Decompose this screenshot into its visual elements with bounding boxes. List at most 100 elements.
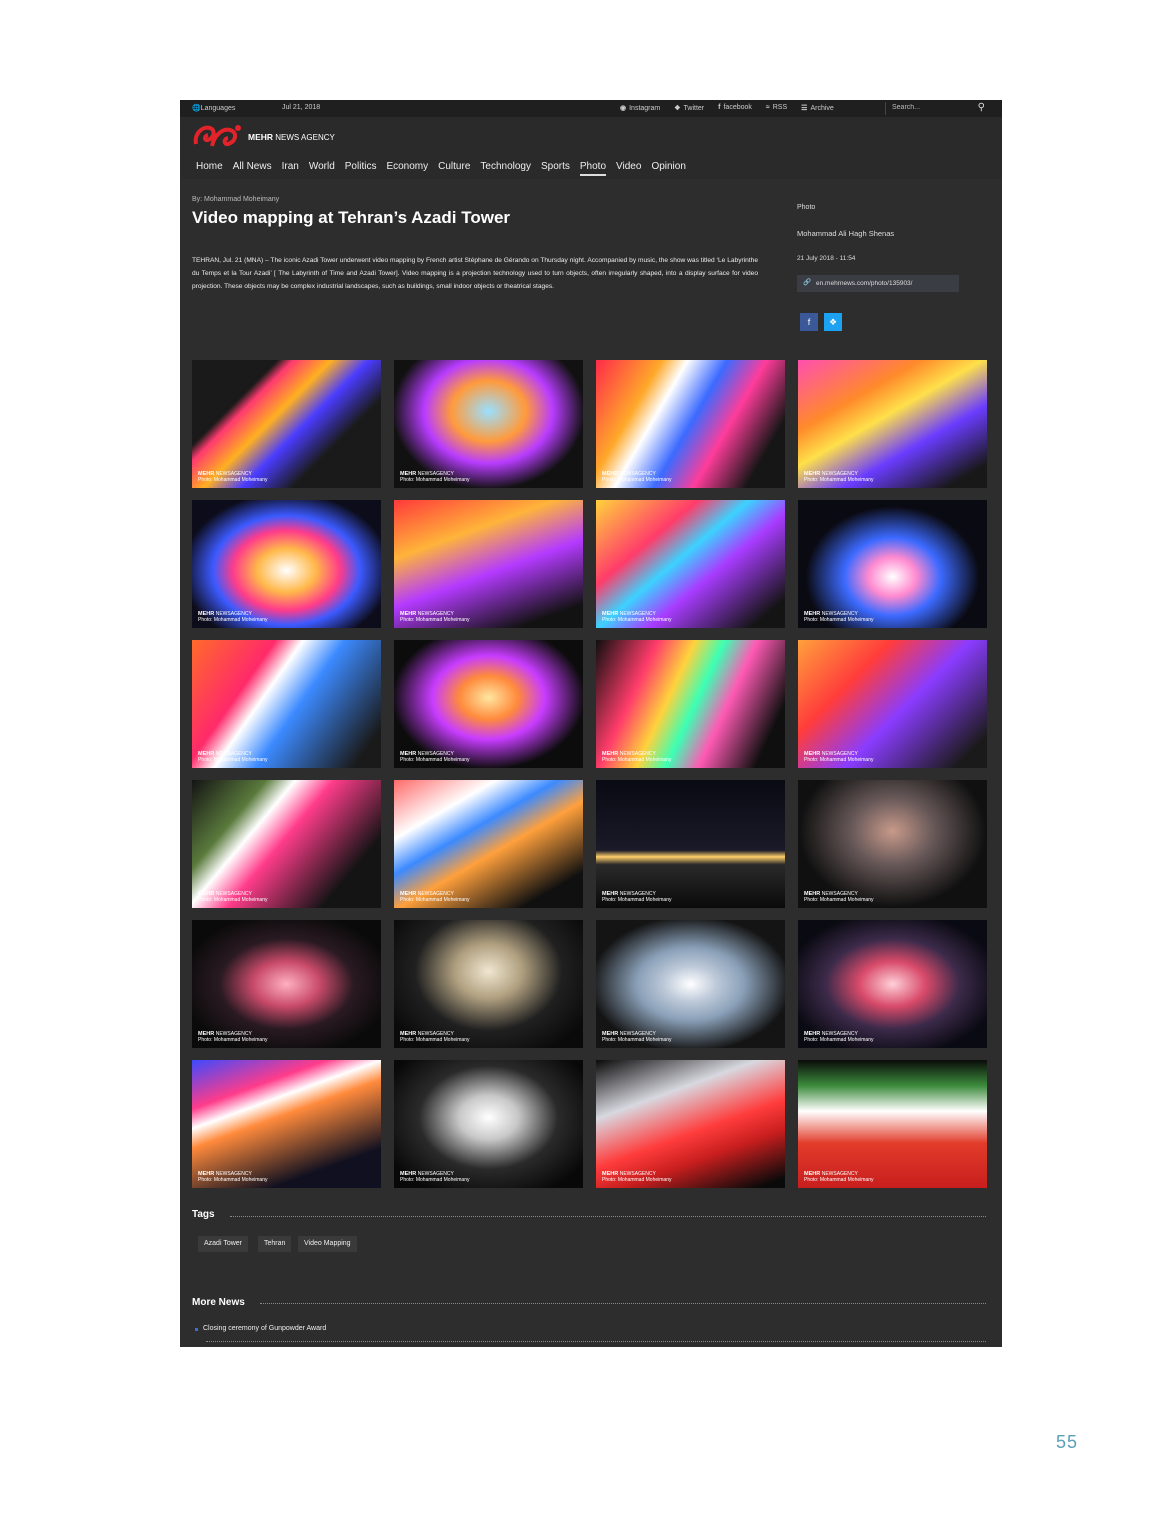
nav-opinion[interactable]: Opinion xyxy=(651,161,685,176)
photo-watermark: MEHR NEWSAGENCY Photo: Mohammad Moheimany xyxy=(602,611,672,623)
gallery-photo[interactable]: MEHR NEWSAGENCY Photo: Mohammad Moheimany xyxy=(798,780,987,908)
rss-label: RSS xyxy=(772,104,788,111)
nav-home[interactable]: Home xyxy=(196,161,223,176)
photo-watermark: MEHR NEWSAGENCY Photo: Mohammad Moheimany xyxy=(602,1031,672,1043)
sidebar-category[interactable]: Photo xyxy=(797,204,815,211)
more-news-title: More News xyxy=(192,1297,245,1308)
photo-watermark: MEHR NEWSAGENCY Photo: Mohammad Moheimany xyxy=(602,891,672,903)
twitter-label: Twitter xyxy=(683,105,705,112)
gallery-photo[interactable]: MEHR NEWSAGENCY Photo: Mohammad Moheimany xyxy=(798,360,987,488)
photo-watermark: MEHR NEWSAGENCY Photo: Mohammad Moheimany xyxy=(400,751,470,763)
gallery-photo[interactable]: MEHR NEWSAGENCY Photo: Mohammad Moheimany xyxy=(192,920,381,1048)
gallery-photo[interactable]: MEHR NEWSAGENCY Photo: Mohammad Moheimany xyxy=(596,640,785,768)
gallery-photo[interactable]: MEHR NEWSAGENCY Photo: Mohammad Moheimany xyxy=(596,360,785,488)
social-links: ◉ Instagram ❖ Twitter f facebook ≈ RSS ☰ Arch… xyxy=(620,104,834,112)
logo-sub: NEWS AGENCY xyxy=(275,133,335,142)
top-date: Jul 21, 2018 xyxy=(282,104,321,111)
gallery-photo[interactable]: MEHR NEWSAGENCY Photo: Mohammad Moheimany xyxy=(798,1060,987,1188)
photo-watermark: MEHR NEWSAGENCY Photo: Mohammad Moheimany xyxy=(602,471,672,483)
photo-watermark: MEHR NEWSAGENCY Photo: Mohammad Moheimany xyxy=(198,1031,268,1043)
top-bar: 🌐Languages Jul 21, 2018 ◉ Instagram ❖ Twit… xyxy=(180,100,1002,117)
photo-watermark: MEHR NEWSAGENCY Photo: Mohammad Moheimany xyxy=(400,1031,470,1043)
facebook-icon: f xyxy=(718,104,721,111)
rss-icon: ≈ xyxy=(765,104,770,111)
gallery-photo[interactable]: MEHR NEWSAGENCY Photo: Mohammad Moheimany xyxy=(596,780,785,908)
share-twitter-button[interactable]: ❖ xyxy=(824,313,842,331)
more-news-divider xyxy=(260,1303,986,1304)
nav-sports[interactable]: Sports xyxy=(541,161,570,176)
nav-culture[interactable]: Culture xyxy=(438,161,470,176)
tag-tehran[interactable]: Tehran xyxy=(258,1236,292,1252)
photo-watermark: MEHR NEWSAGENCY Photo: Mohammad Moheimany xyxy=(804,1171,874,1183)
gallery-photo[interactable]: MEHR NEWSAGENCY Photo: Mohammad Moheimany xyxy=(394,360,583,488)
photo-watermark: MEHR NEWSAGENCY Photo: Mohammad Moheimany xyxy=(602,751,672,763)
photo-watermark: MEHR NEWSAGENCY Photo: Mohammad Moheimany xyxy=(198,891,268,903)
nav-all-news[interactable]: All News xyxy=(233,161,272,176)
gallery-photo[interactable]: MEHR NEWSAGENCY Photo: Mohammad Moheimany xyxy=(798,500,987,628)
photo-watermark: MEHR NEWSAGENCY Photo: Mohammad Moheimany xyxy=(804,611,874,623)
twitter-icon: ❖ xyxy=(674,105,681,112)
photo-watermark: MEHR NEWSAGENCY Photo: Mohammad Moheimany xyxy=(400,471,470,483)
facebook-link[interactable]: f facebook xyxy=(718,104,752,112)
bullet-icon xyxy=(195,1328,198,1331)
gallery-photo[interactable]: MEHR NEWSAGENCY Photo: Mohammad Moheimany xyxy=(596,920,785,1048)
photo-watermark: MEHR NEWSAGENCY Photo: Mohammad Moheimany xyxy=(198,471,268,483)
more-news-item-divider xyxy=(206,1341,986,1342)
gallery-photo[interactable]: MEHR NEWSAGENCY Photo: Mohammad Moheimany xyxy=(192,500,381,628)
search-icon[interactable]: ⚲ xyxy=(978,102,985,113)
nav-technology[interactable]: Technology xyxy=(480,161,531,176)
mehr-logo-icon[interactable] xyxy=(192,122,242,150)
gallery-photo[interactable]: MEHR NEWSAGENCY Photo: Mohammad Moheimany xyxy=(192,1060,381,1188)
archive-label: Archive xyxy=(810,105,834,112)
nav-economy[interactable]: Economy xyxy=(386,161,428,176)
article-lead: TEHRAN, Jul. 21 (MNA) – The iconic Azadi… xyxy=(192,257,758,290)
gallery-photo[interactable]: MEHR NEWSAGENCY Photo: Mohammad Moheimany xyxy=(394,920,583,1048)
languages-link[interactable]: 🌐Languages xyxy=(192,104,235,112)
archive-icon: ☰ xyxy=(801,105,808,112)
page-number: 55 xyxy=(1056,1432,1079,1452)
instagram-link[interactable]: ◉ Instagram xyxy=(620,104,660,112)
gallery-photo[interactable]: MEHR NEWSAGENCY Photo: Mohammad Moheimany xyxy=(394,500,583,628)
mehr-photo-page: 🌐Languages Jul 21, 2018 ◉ Instagram ❖ Twit… xyxy=(180,100,1002,1347)
nav-photo[interactable]: Photo xyxy=(579,161,607,176)
gallery-photo[interactable]: MEHR NEWSAGENCY Photo: Mohammad Moheimany xyxy=(596,1060,785,1188)
gallery-photo[interactable]: MEHR NEWSAGENCY Photo: Mohammad Moheimany xyxy=(192,780,381,908)
sidebar-datetime: 21 July 2018 - 11:54 xyxy=(797,255,856,262)
sidebar-author: Mohammad Ali Hagh Shenas xyxy=(797,229,895,238)
short-link-text: en.mehrnews.com/photo/135903/ xyxy=(816,280,913,287)
tags-divider xyxy=(230,1216,986,1217)
photo-watermark: MEHR NEWSAGENCY Photo: Mohammad Moheimany xyxy=(198,1171,268,1183)
tags-title: Tags xyxy=(192,1209,215,1220)
main-nav: Home All News Iran World Politics Econom… xyxy=(196,161,696,176)
twitter-share-icon: ❖ xyxy=(828,317,838,327)
logo-brand: MEHR xyxy=(248,132,274,142)
link-icon: 🔗 xyxy=(803,279,812,286)
short-link-field[interactable]: 🔗 en.mehrnews.com/photo/135903/ xyxy=(797,275,959,292)
nav-iran[interactable]: Iran xyxy=(282,161,299,176)
gallery-photo[interactable]: MEHR NEWSAGENCY Photo: Mohammad Moheimany xyxy=(192,640,381,768)
gallery-photo[interactable]: MEHR NEWSAGENCY Photo: Mohammad Moheimany xyxy=(192,360,381,488)
gallery-photo[interactable]: MEHR NEWSAGENCY Photo: Mohammad Moheimany xyxy=(394,640,583,768)
twitter-link[interactable]: ❖ Twitter xyxy=(674,104,704,112)
gallery-photo[interactable]: MEHR NEWSAGENCY Photo: Mohammad Moheimany xyxy=(798,640,987,768)
photo-watermark: MEHR NEWSAGENCY Photo: Mohammad Moheimany xyxy=(400,891,470,903)
search-input[interactable]: Search... ⚲ xyxy=(885,102,991,115)
logo-text: MEHR NEWS AGENCY xyxy=(248,132,335,142)
share-facebook-button[interactable]: f xyxy=(800,313,818,331)
tag-video-mapping[interactable]: Video Mapping xyxy=(298,1236,357,1252)
photo-watermark: MEHR NEWSAGENCY Photo: Mohammad Moheimany xyxy=(804,471,874,483)
archive-link[interactable]: ☰ Archive xyxy=(801,104,834,112)
gallery-photo[interactable]: MEHR NEWSAGENCY Photo: Mohammad Moheimany xyxy=(596,500,785,628)
rss-link[interactable]: ≈ RSS xyxy=(766,104,787,112)
gallery-photo[interactable]: MEHR NEWSAGENCY Photo: Mohammad Moheimany xyxy=(394,1060,583,1188)
gallery-photo[interactable]: MEHR NEWSAGENCY Photo: Mohammad Moheimany xyxy=(394,780,583,908)
tag-azadi-tower[interactable]: Azadi Tower xyxy=(198,1236,249,1252)
photo-watermark: MEHR NEWSAGENCY Photo: Mohammad Moheimany xyxy=(198,611,268,623)
photo-watermark: MEHR NEWSAGENCY Photo: Mohammad Moheimany xyxy=(400,611,470,623)
gallery-photo[interactable]: MEHR NEWSAGENCY Photo: Mohammad Moheimany xyxy=(798,920,987,1048)
photo-watermark: MEHR NEWSAGENCY Photo: Mohammad Moheimany xyxy=(804,891,874,903)
nav-video[interactable]: Video xyxy=(616,161,641,176)
more-news-item[interactable]: Closing ceremony of Gunpowder Award xyxy=(203,1325,326,1332)
nav-world[interactable]: World xyxy=(309,161,335,176)
nav-politics[interactable]: Politics xyxy=(345,161,377,176)
